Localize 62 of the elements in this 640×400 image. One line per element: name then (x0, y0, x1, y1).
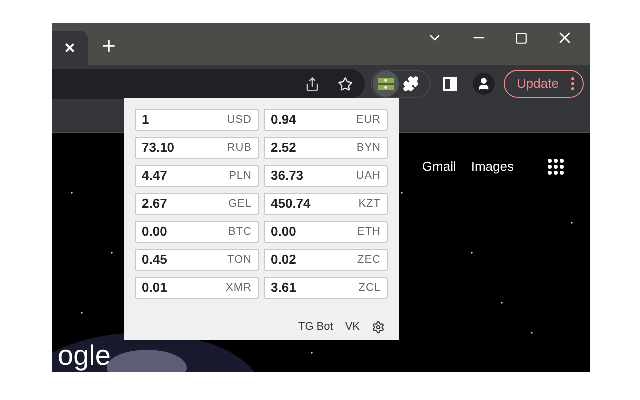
currency-code: KZT (358, 196, 381, 212)
currency-code: BYN (356, 140, 381, 156)
logo-text: ogle (58, 342, 111, 370)
currency-code: RUB (227, 140, 252, 156)
currency-code: UAH (356, 168, 381, 184)
currency-code: PLN (229, 168, 252, 184)
currency-field[interactable]: 0.01 XMR (135, 277, 259, 299)
header-link[interactable]: Images (471, 157, 514, 176)
star-icon[interactable] (338, 76, 353, 92)
puzzle-icon[interactable] (403, 76, 419, 92)
currency-field[interactable]: 0.00 BTC (135, 221, 259, 243)
currency-field[interactable]: 2.67 GEL (135, 193, 259, 215)
currency-field[interactable]: 0.94 EUR (264, 109, 388, 131)
amount-text: 0.00 (271, 223, 296, 242)
currency-code: BTC (228, 224, 252, 240)
currency-field[interactable]: 0.02 ZEC (264, 249, 388, 271)
amount-text: 2.52 (271, 139, 296, 158)
side-panel-icon[interactable] (443, 77, 457, 91)
footer-link[interactable]: VK (345, 319, 360, 336)
settings-icon[interactable] (372, 320, 385, 334)
currency-field[interactable]: 0.00 ETH (264, 221, 388, 243)
currency-field[interactable]: 3.61 ZCL (264, 277, 388, 299)
header-link[interactable]: Gmail (422, 157, 456, 176)
currency-field[interactable]: 2.52 BYN (264, 137, 388, 159)
currency-field[interactable]: 4.47 PLN (135, 165, 259, 187)
currency-field[interactable]: 0.45 TON (135, 249, 259, 271)
amount-text: 36.73 (271, 167, 304, 186)
apps-grid-icon[interactable] (547, 158, 565, 176)
address-bar[interactable] (52, 69, 365, 99)
amount-text: 0.01 (142, 279, 168, 298)
amount-text: 0.45 (142, 251, 168, 270)
maximize-icon[interactable] (515, 32, 528, 44)
amount-text: 3.61 (271, 279, 296, 298)
money-icon[interactable] (373, 71, 399, 97)
currency-code: ZCL (358, 280, 381, 296)
browser-tab[interactable]: × (52, 31, 88, 65)
more-icon[interactable] (570, 77, 575, 91)
amount-text: 73.10 (142, 139, 175, 158)
new-tab-button[interactable]: + (102, 35, 116, 59)
close-tab-button[interactable]: × (64, 39, 76, 57)
currency-field[interactable]: 450.74 KZT (264, 193, 388, 215)
amount-text: 1 (142, 111, 150, 130)
currency-field[interactable]: 73.10 RUB (135, 137, 259, 159)
amount-text: 0.00 (142, 223, 168, 242)
amount-text: 2.67 (142, 195, 168, 214)
update-button[interactable]: Update (504, 70, 584, 98)
amount-text: 0.94 (271, 111, 296, 130)
currency-code: XMR (226, 280, 252, 296)
currency-code: TON (227, 252, 252, 268)
currency-code: USD (227, 112, 252, 128)
profile-icon[interactable] (473, 73, 495, 95)
currency-field[interactable]: 1 USD (135, 109, 259, 131)
currency-code: GEL (228, 196, 252, 212)
currency-code: ETH (358, 224, 381, 240)
currency-code: EUR (356, 112, 381, 128)
amount-text: 0.02 (271, 251, 296, 270)
currency-code: ZEC (358, 252, 381, 268)
footer-link[interactable]: TG Bot (298, 319, 334, 336)
amount-text: 4.47 (142, 167, 168, 186)
share-icon[interactable] (305, 76, 320, 92)
amount-text: 450.74 (271, 195, 311, 214)
currency-field[interactable]: 36.73 UAH (264, 165, 388, 187)
